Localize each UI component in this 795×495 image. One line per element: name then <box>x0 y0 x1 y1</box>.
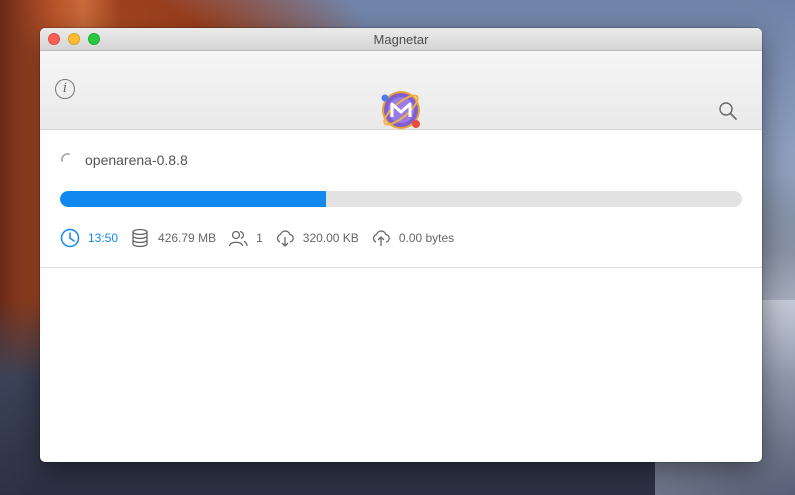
stats-row: 13:50 426.79 MB 1 320.00 KB 0.00 bytes <box>60 227 466 249</box>
peers-value: 1 <box>256 231 263 245</box>
database-icon <box>132 228 148 248</box>
progress-bar <box>60 191 742 207</box>
cloud-download-icon <box>276 230 294 247</box>
download-speed-value: 320.00 KB <box>302 231 359 245</box>
size-value: 426.79 MB <box>158 231 217 245</box>
app-window: Magnetar i openarena-0.8.8 13:50 426.79 … <box>40 28 762 462</box>
torrent-name: openarena-0.8.8 <box>85 152 188 168</box>
progress-bar-fill <box>60 191 326 207</box>
eta-value: 13:50 <box>88 231 119 245</box>
download-row[interactable]: openarena-0.8.8 13:50 426.79 MB 1 320.00… <box>40 130 762 268</box>
clock-icon <box>60 228 80 248</box>
upload-speed-value: 0.00 bytes <box>398 231 455 245</box>
magnetar-logo <box>381 91 420 129</box>
search-icon[interactable] <box>718 101 738 121</box>
info-icon[interactable]: i <box>55 79 75 99</box>
window-title: Magnetar <box>373 32 429 47</box>
spinner-icon <box>61 153 70 162</box>
peers-icon <box>228 230 248 247</box>
cloud-upload-icon <box>372 230 390 246</box>
toolbar: i <box>40 51 762 130</box>
title-bar[interactable]: Magnetar <box>40 28 762 51</box>
